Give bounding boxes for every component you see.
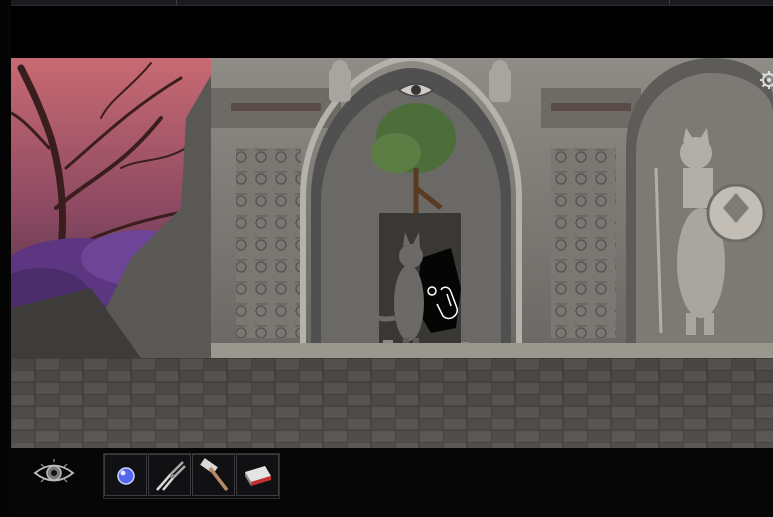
inventory-bar (103, 453, 280, 499)
eraser-icon (244, 466, 271, 486)
gear-icon[interactable] (759, 70, 773, 90)
eye-icon[interactable] (33, 456, 75, 490)
inventory-slot-eraser[interactable] (236, 454, 279, 496)
inventory-slot-orb[interactable] (104, 454, 147, 496)
blue-orb-icon (116, 467, 135, 485)
game-scene[interactable] (11, 58, 773, 448)
relief-panel-right (551, 148, 616, 338)
hammer-icon (199, 458, 228, 492)
cat-statue-left (329, 60, 351, 102)
scene-art (11, 58, 773, 448)
pliers-icon (155, 461, 186, 491)
hud-bar (11, 448, 773, 517)
left-edge (0, 0, 11, 517)
top-bar (0, 0, 773, 6)
wall-plinth (211, 343, 773, 358)
inventory-slot-pliers[interactable] (148, 454, 191, 496)
top-bar-divider (669, 0, 670, 5)
cat-statue-right (489, 60, 511, 102)
top-bar-divider (176, 0, 177, 5)
inventory-slot-hammer[interactable] (192, 454, 235, 496)
relief-panel-left (236, 148, 301, 338)
